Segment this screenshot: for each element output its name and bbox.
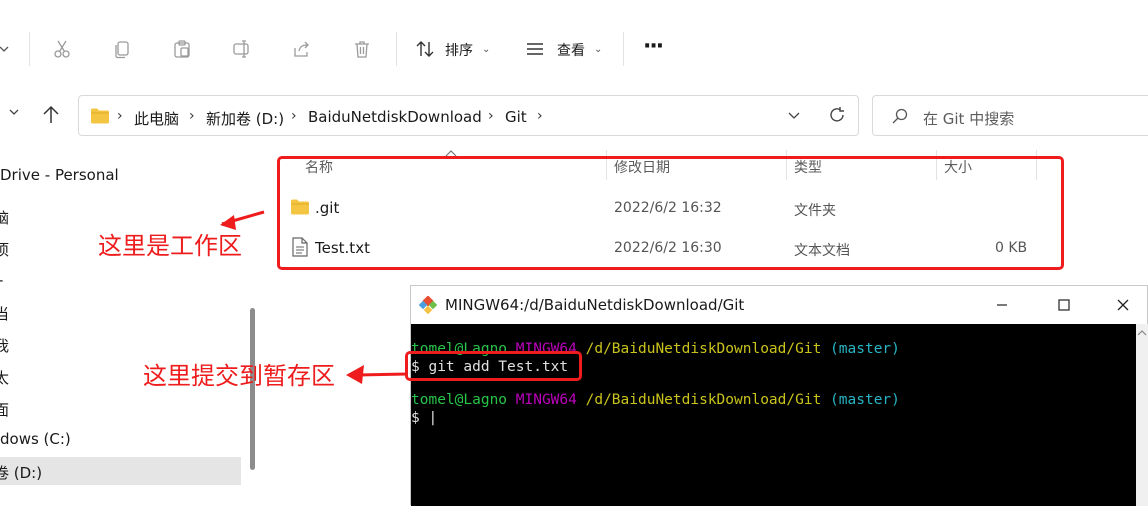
breadcrumb-drive-d[interactable]: 新加卷 (D:) bbox=[206, 108, 284, 129]
command-toolbar: 排序 ⌄ 查看 ⌄ ··· bbox=[0, 0, 1148, 84]
sort-button-label[interactable]: 排序 bbox=[445, 40, 473, 60]
more-options-icon[interactable]: ··· bbox=[643, 34, 664, 59]
sidebar-item-this-pc[interactable]: 脑 bbox=[0, 207, 9, 228]
breadcrumb-separator: › bbox=[488, 108, 494, 124]
folder-icon bbox=[90, 107, 110, 129]
sidebar-item-onedrive[interactable]: Drive - Personal bbox=[0, 166, 119, 184]
sidebar-item-documents[interactable]: 我 bbox=[0, 335, 9, 356]
breadcrumb-baidunetdiskdownload[interactable]: BaiduNetdiskDownload bbox=[308, 108, 482, 126]
cut-icon[interactable] bbox=[46, 32, 78, 66]
git-logo-icon bbox=[418, 295, 438, 318]
rename-icon[interactable] bbox=[226, 32, 258, 66]
breadcrumb-separator: › bbox=[291, 108, 297, 124]
breadcrumb-separator: › bbox=[189, 108, 195, 124]
maximize-icon[interactable] bbox=[1042, 294, 1086, 316]
refresh-icon[interactable] bbox=[827, 105, 847, 129]
up-arrow-icon[interactable] bbox=[40, 104, 62, 130]
new-chevron-icon[interactable] bbox=[0, 32, 20, 66]
terminal-window[interactable]: MINGW64:/d/BaiduNetdiskDownload/Git tome… bbox=[405, 285, 1148, 506]
breadcrumb-git[interactable]: Git bbox=[505, 108, 527, 126]
search-placeholder: 在 Git 中搜索 bbox=[923, 110, 1015, 128]
terminal-cursor-line[interactable]: $ | bbox=[411, 410, 437, 426]
terminal-title: MINGW64:/d/BaiduNetdiskDownload/Git bbox=[445, 296, 745, 314]
annotation-arrow-icon bbox=[346, 365, 409, 384]
search-box[interactable]: 在 Git 中搜索 bbox=[872, 95, 1148, 136]
annotation-arrow-icon bbox=[220, 210, 265, 230]
breadcrumb-separator: › bbox=[117, 108, 123, 124]
sort-chevron-icon[interactable]: ⌄ bbox=[482, 44, 490, 55]
git-add-highlight-box bbox=[405, 351, 582, 381]
recent-locations-chevron-icon[interactable] bbox=[8, 106, 20, 122]
sidebar-item-3d-objects[interactable]: 项 bbox=[0, 239, 9, 260]
terminal-scrollbar[interactable] bbox=[1136, 324, 1148, 506]
toolbar-divider bbox=[623, 32, 624, 66]
view-button-label[interactable]: 查看 bbox=[557, 40, 585, 60]
address-history-chevron-icon[interactable] bbox=[787, 110, 801, 126]
sort-icon[interactable] bbox=[412, 32, 438, 66]
sidebar-item-drive-c[interactable]: dows (C:) bbox=[0, 430, 71, 448]
staging-annotation: 这里提交到暂存区 bbox=[143, 362, 335, 390]
minimize-icon[interactable] bbox=[980, 294, 1024, 316]
toolbar-divider bbox=[29, 32, 30, 66]
sidebar-item-videos[interactable]: - bbox=[0, 271, 3, 289]
share-icon[interactable] bbox=[286, 32, 318, 66]
close-icon[interactable] bbox=[1101, 294, 1145, 316]
breadcrumb-this-pc[interactable]: 此电脑 bbox=[134, 108, 179, 129]
sidebar-item-desktop[interactable]: 面 bbox=[0, 399, 9, 420]
terminal-prompt-line: tomel@Lagno MINGW64 /d/BaiduNetdiskDownl… bbox=[411, 392, 900, 408]
view-icon[interactable] bbox=[522, 32, 548, 66]
breadcrumb-separator: › bbox=[537, 108, 543, 124]
copy-icon[interactable] bbox=[106, 32, 138, 66]
sidebar-item-pictures[interactable]: 当 bbox=[0, 303, 9, 324]
address-bar[interactable]: › 此电脑 › 新加卷 (D:) › BaiduNetdiskDownload … bbox=[78, 95, 859, 136]
toolbar-divider bbox=[396, 32, 397, 66]
paste-icon[interactable] bbox=[166, 32, 198, 66]
sidebar-item-downloads[interactable]: 太 bbox=[0, 367, 9, 388]
search-icon bbox=[891, 107, 909, 129]
sidebar-item-drive-d[interactable]: 卷 (D:) bbox=[0, 462, 42, 483]
delete-icon[interactable] bbox=[346, 32, 378, 66]
workspace-highlight-box bbox=[277, 156, 1064, 270]
view-chevron-icon[interactable]: ⌄ bbox=[594, 44, 602, 55]
